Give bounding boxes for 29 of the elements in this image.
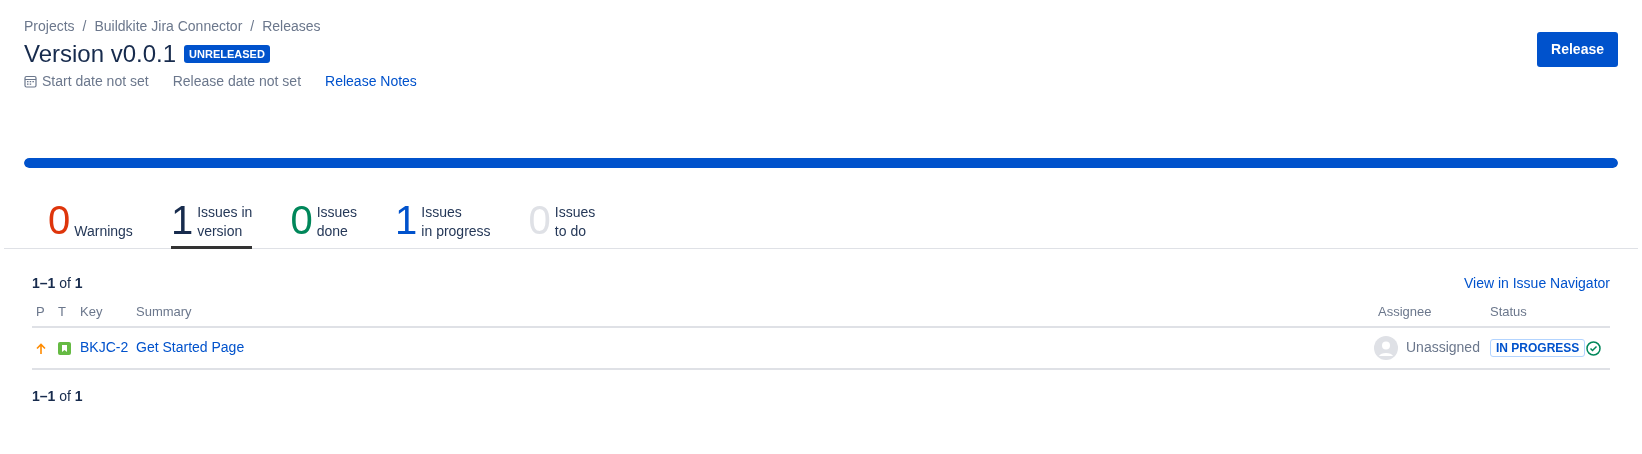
stat-tab[interactable]: 0 Warnings: [48, 192, 133, 250]
column-header: Summary: [135, 303, 193, 322]
bookmark-icon: [58, 342, 71, 356]
column-header: Key: [79, 303, 104, 322]
breadcrumb-separator: /: [82, 17, 87, 36]
issue-summary-link[interactable]: Get Started Page: [132, 337, 1374, 359]
breadcrumb-separator: /: [250, 17, 255, 36]
arrow-up-icon: [36, 342, 46, 355]
breadcrumb-link[interactable]: Projects: [24, 16, 75, 37]
release-button[interactable]: Release: [1537, 32, 1618, 67]
issue-navigator-link[interactable]: View in Issue Navigator: [1463, 273, 1610, 295]
column-header: Status: [1489, 303, 1528, 322]
status-badge: UNRELEASED: [184, 44, 270, 64]
version-title: Version v0.0.1: [24, 41, 177, 68]
breadcrumb-link[interactable]: Buildkite Jira Connector: [94, 16, 243, 37]
pagination-text: 1–1 of 1: [32, 274, 83, 294]
issue-key-link[interactable]: BKJC-2: [76, 337, 132, 359]
breadcrumb-link[interactable]: Releases: [262, 16, 321, 37]
release-notes-link[interactable]: Release Notes: [325, 71, 417, 93]
release-date-text: Release date not set: [172, 72, 302, 92]
column-header: T: [57, 303, 67, 322]
start-date-text: Start date not set: [42, 72, 149, 92]
column-header: P: [35, 303, 46, 322]
avatar-icon: [1374, 335, 1398, 360]
column-header: Assignee: [1377, 303, 1433, 322]
status-lozenge: IN PROGRESS: [1490, 339, 1586, 358]
pagination-text: 1–1 of 1: [32, 386, 84, 406]
calendar-icon: [24, 75, 37, 89]
assignee-name: Unassigned: [1406, 338, 1480, 358]
